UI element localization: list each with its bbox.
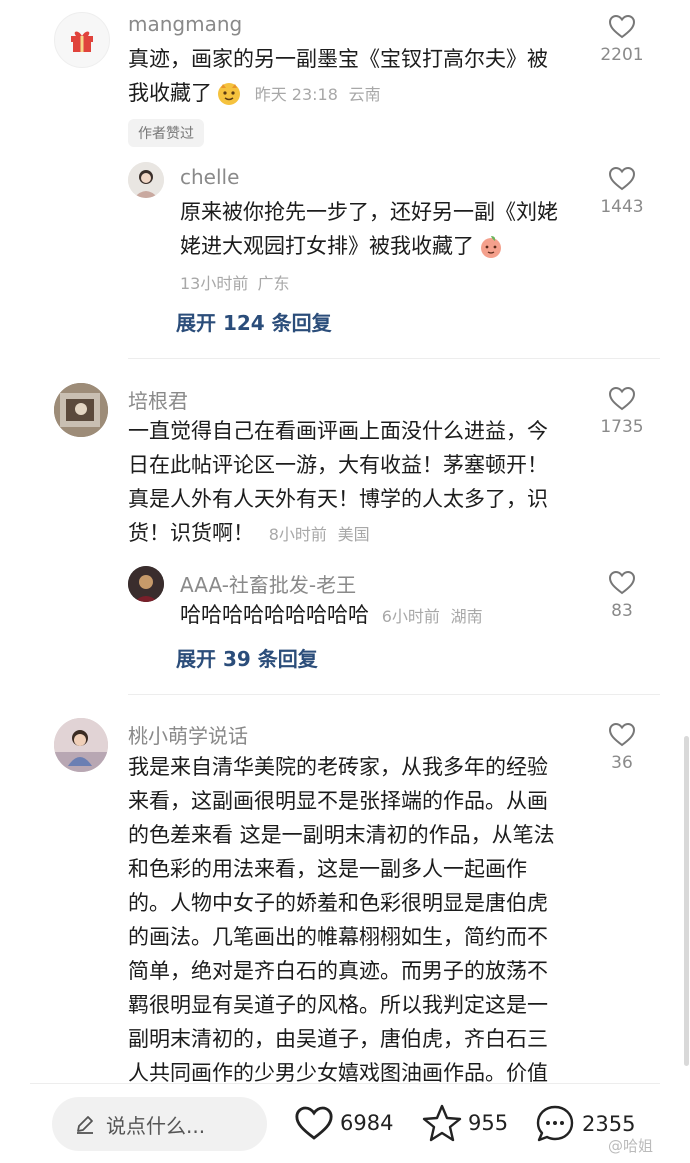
reply-text: 哈哈哈哈哈哈哈哈哈 6小时前 湖南	[180, 598, 483, 634]
author-liked-badge: 作者赞过	[128, 119, 204, 147]
comment-text: 一直觉得自己在看画评画上面没什么进益，今 日在此帖评论区一游，大有收益！茅塞顿开…	[128, 414, 548, 552]
favorite-button[interactable]: 955	[422, 1103, 508, 1143]
comment-text-line: 我是来自清华美院的老砖家，从我多年的经验	[128, 755, 548, 779]
comment-text-line: 我收藏了 昨天 23:18 云南	[128, 76, 548, 112]
expand-replies-link[interactable]: 展开 124 条回复	[176, 307, 332, 336]
comment-text-line: 的画法。几笔画出的帷幕栩栩如生，简约而不	[128, 925, 548, 949]
reply-time: 13小时前	[180, 274, 249, 293]
reply-time: 6小时前	[381, 607, 440, 626]
avatar[interactable]	[54, 718, 108, 772]
avatar[interactable]	[128, 162, 164, 198]
comment-text-line: 货！识货啊！ 8小时前 美国	[128, 516, 548, 552]
reply-meta: 13小时前 广东	[180, 270, 289, 294]
heart-icon	[608, 722, 636, 747]
scrollbar[interactable]	[684, 736, 689, 1066]
avatar[interactable]	[54, 383, 108, 437]
comment-text-line: 和色彩的用法来看，这是一副多人一起画作	[128, 857, 527, 881]
favorite-count: 955	[468, 1111, 509, 1135]
user-photo-icon	[54, 383, 108, 437]
like-count: 1443	[600, 197, 644, 217]
divider	[30, 1083, 660, 1084]
post-like-count: 6984	[340, 1111, 394, 1135]
reply-text-line: 原来被你抢先一步了，还好另一副《刘姥	[180, 200, 558, 224]
peach-emoji-icon	[481, 236, 501, 258]
like-button[interactable]: 2201	[587, 14, 657, 65]
comment-text-line: 的。人物中女子的娇羞和色彩很明显是唐伯虎	[128, 891, 548, 915]
comment-text-line: 来看，这副画很明显不是张择端的作品。从画	[128, 789, 548, 813]
reply-location: 广东	[257, 274, 290, 293]
heart-icon	[608, 570, 636, 595]
pencil-icon	[77, 1116, 93, 1134]
comment-text-line: 羁很明显有吴道子的风格。所以我判定这是一	[128, 993, 548, 1017]
divider	[128, 694, 660, 695]
comment-text-line: 一直觉得自己在看画评画上面没什么进益，今	[128, 419, 548, 443]
like-count: 1735	[600, 417, 644, 437]
comment-text-line: 简单，绝对是齐白石的真迹。而男子的放荡不	[128, 959, 548, 983]
comment-location: 云南	[348, 85, 381, 104]
reply-text-line: 姥进大观园打女排》被我收藏了	[180, 229, 558, 263]
like-post-button[interactable]: 6984	[294, 1105, 393, 1141]
heart-icon	[608, 386, 636, 411]
like-count: 36	[611, 753, 633, 773]
reply-text-tail: 姥进大观园打女排》被我收藏了	[180, 234, 474, 258]
comment-text-tail: 我收藏了	[128, 81, 212, 105]
star-icon	[422, 1104, 462, 1142]
reply-text-line: 哈哈哈哈哈哈哈哈哈	[180, 603, 369, 627]
like-button[interactable]: 36	[587, 722, 657, 773]
comment-text: 真迹，画家的另一副墨宝《宝钗打高尔夫》被 我收藏了 昨天 23:18 云南	[128, 42, 548, 112]
user-photo-icon	[128, 566, 164, 602]
like-count: 2201	[600, 45, 644, 65]
comment-bubble-icon	[536, 1105, 574, 1142]
comment-username[interactable]: 培根君	[128, 385, 188, 414]
heart-icon	[608, 14, 636, 39]
comment-username[interactable]: mangmang	[128, 12, 242, 36]
comment-location: 美国	[337, 525, 370, 544]
comment-input-placeholder: 说点什么...	[106, 1113, 206, 1138]
gift-icon	[71, 31, 93, 52]
divider	[128, 358, 660, 359]
comment-text-line: 真迹，画家的另一副墨宝《宝钗打高尔夫》被	[128, 47, 548, 71]
comment-time: 昨天 23:18	[254, 85, 338, 104]
reply-text: 原来被你抢先一步了，还好另一副《刘姥 姥进大观园打女排》被我收藏了	[180, 195, 558, 263]
comment-text-line: 真是人外有人天外有天！博学的人太多了，识	[128, 487, 548, 511]
comment-text: 我是来自清华美院的老砖家，从我多年的经验 来看，这副画很明显不是张择端的作品。从…	[128, 750, 555, 1090]
reply-username[interactable]: chelle	[180, 165, 239, 189]
smiley-emoji-icon	[218, 83, 240, 105]
like-button[interactable]: 83	[587, 570, 657, 621]
comment-count: 2355	[582, 1112, 636, 1136]
reply-location: 湖南	[450, 607, 483, 626]
comment-input[interactable]: 说点什么...	[52, 1097, 267, 1151]
bottom-action-bar: 说点什么... 6984 955 2355 @哈姐	[0, 1083, 690, 1163]
comment-text-tail: 货！识货啊！	[128, 521, 254, 545]
watermark: @哈姐	[608, 1135, 653, 1156]
comment-username[interactable]: 桃小萌学说话	[128, 720, 248, 749]
avatar[interactable]	[128, 566, 164, 602]
comment-text-line: 的色差来看 这是一副明末清初的作品，从笔法	[128, 823, 555, 847]
like-button[interactable]: 1443	[587, 166, 657, 217]
heart-icon	[295, 1106, 333, 1140]
comment-text-line: 副明末清初的，由吴道子，唐伯虎，齐白石三	[128, 1027, 548, 1051]
watermark-text: @哈姐	[608, 1137, 654, 1155]
comment-text-line: 日在此帖评论区一游，大有收益！茅塞顿开！	[128, 453, 548, 477]
reply-username[interactable]: AAA-社畜批发-老王	[180, 569, 356, 598]
like-button[interactable]: 1735	[587, 386, 657, 437]
heart-icon	[608, 166, 636, 191]
user-photo-icon	[128, 162, 164, 198]
user-photo-icon	[54, 718, 108, 772]
avatar[interactable]	[54, 12, 110, 68]
like-count: 83	[611, 601, 633, 621]
comment-time: 8小时前	[268, 525, 327, 544]
expand-replies-link[interactable]: 展开 39 条回复	[176, 643, 318, 672]
